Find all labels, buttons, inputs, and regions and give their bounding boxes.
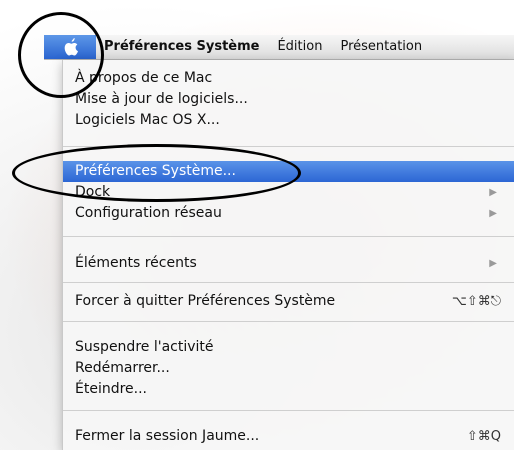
menu-item-system-preferences[interactable]: Préférences Système... bbox=[63, 161, 514, 182]
menu-item-label: Préférences Système... bbox=[75, 163, 236, 179]
menu-item-restart[interactable]: Redémarrer... bbox=[63, 358, 514, 379]
submenu-arrow-icon: ▶ bbox=[489, 187, 497, 198]
shortcut-label: ⇧⌘Q bbox=[466, 429, 501, 444]
menu-item-log-out[interactable]: Fermer la session Jaume... ⇧⌘Q bbox=[63, 426, 514, 447]
menu-item-label: Forcer à quitter Préférences Système bbox=[75, 293, 336, 309]
submenu-arrow-icon: ▶ bbox=[489, 208, 497, 219]
menu-item-label: Éléments récents bbox=[75, 255, 197, 271]
menu-item-label: Mise à jour de logiciels... bbox=[75, 91, 248, 107]
menu-item-label: Logiciels Mac OS X... bbox=[75, 112, 220, 128]
menu-separator bbox=[63, 282, 514, 283]
menu-item-software-update[interactable]: Mise à jour de logiciels... bbox=[63, 89, 514, 110]
menu-item-label: À propos de ce Mac bbox=[75, 70, 213, 86]
menu-separator bbox=[63, 321, 514, 322]
menu-edit[interactable]: Édition bbox=[268, 35, 331, 59]
menu-item-about-this-mac[interactable]: À propos de ce Mac bbox=[63, 68, 514, 89]
menu-separator bbox=[63, 236, 514, 237]
menu-item-dock[interactable]: Dock ▶ bbox=[63, 182, 514, 203]
menu-bar: Préférences Système Édition Présentation bbox=[44, 35, 514, 60]
apple-logo-icon bbox=[64, 38, 78, 56]
apple-menu-button[interactable] bbox=[44, 35, 96, 59]
menu-item-label: Éteindre... bbox=[75, 381, 148, 397]
submenu-arrow-icon: ▶ bbox=[489, 258, 497, 269]
menu-item-label: Fermer la session Jaume... bbox=[75, 428, 260, 444]
menu-item-mac-os-x-software[interactable]: Logiciels Mac OS X... bbox=[63, 110, 514, 131]
menu-view[interactable]: Présentation bbox=[331, 35, 431, 59]
menu-separator bbox=[63, 146, 514, 147]
apple-dropdown-menu: À propos de ce Mac Mise à jour de logici… bbox=[62, 60, 514, 450]
menu-item-recent-items[interactable]: Éléments récents ▶ bbox=[63, 253, 514, 274]
menu-separator bbox=[63, 410, 514, 411]
menu-item-label: Redémarrer... bbox=[75, 360, 170, 376]
menu-item-shut-down[interactable]: Éteindre... bbox=[63, 379, 514, 400]
menu-item-sleep[interactable]: Suspendre l'activité bbox=[63, 337, 514, 358]
menu-item-force-quit[interactable]: Forcer à quitter Préférences Système ⌥⇧⌘… bbox=[63, 291, 514, 312]
menu-item-label: Suspendre l'activité bbox=[75, 339, 214, 355]
menu-item-label: Dock bbox=[75, 184, 111, 200]
menu-item-label: Configuration réseau bbox=[75, 205, 222, 221]
shortcut-label: ⌥⇧⌘⎋ bbox=[451, 294, 501, 309]
menu-system-preferences[interactable]: Préférences Système bbox=[96, 35, 268, 59]
menu-item-network-configuration[interactable]: Configuration réseau ▶ bbox=[63, 203, 514, 224]
